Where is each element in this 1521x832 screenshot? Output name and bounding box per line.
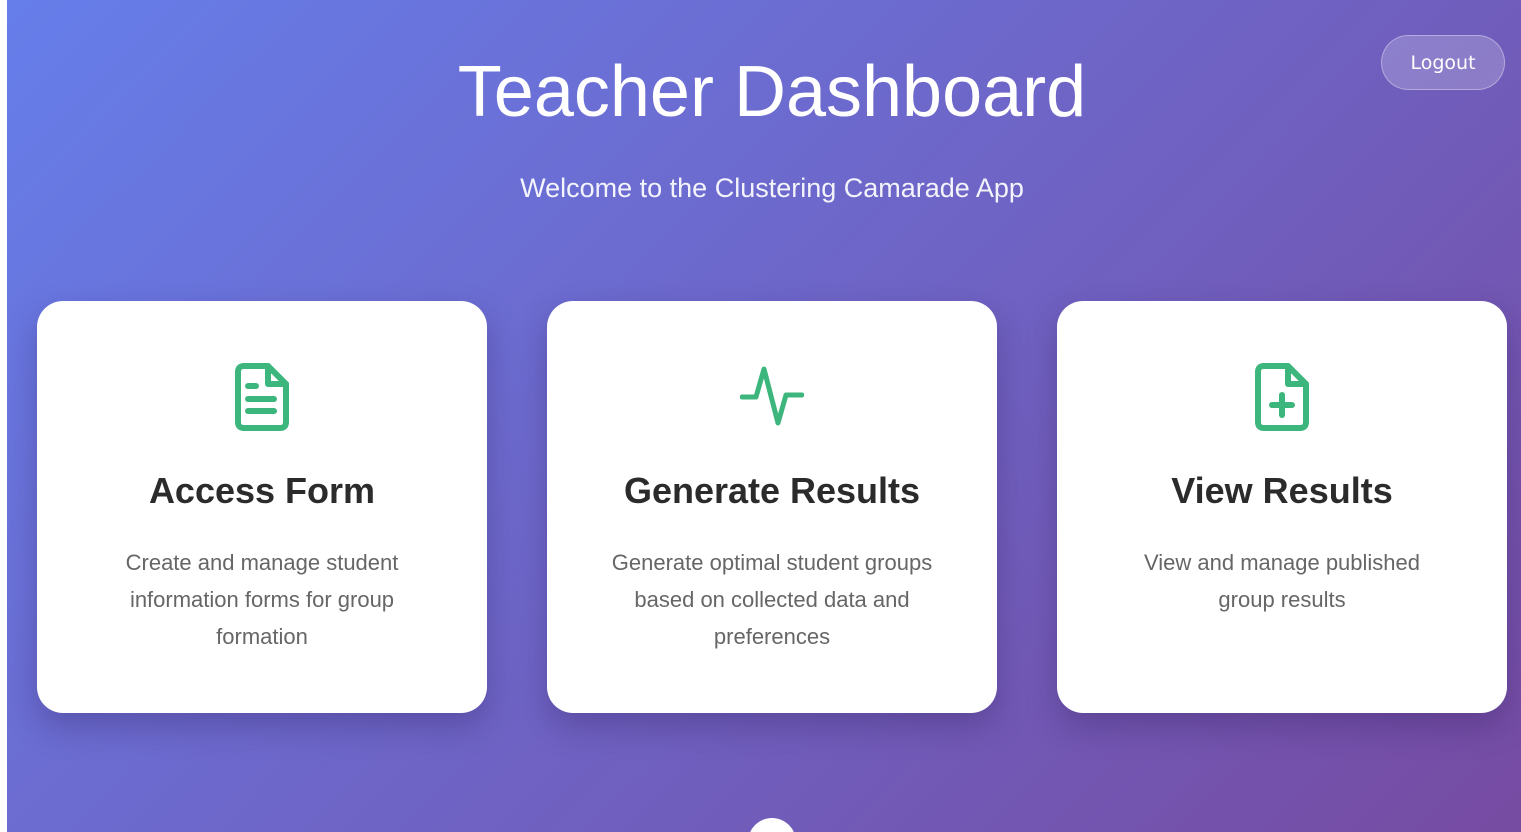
card-title: Access Form <box>148 470 376 511</box>
card-description: Create and manage student information fo… <box>125 550 399 649</box>
document-text-icon <box>230 361 294 433</box>
view-results-card[interactable]: View Results View and manage published g… <box>1057 301 1507 713</box>
card-title: Generate Results <box>623 470 921 511</box>
card-description: Generate optimal student groups based on… <box>611 550 933 649</box>
page-title: Teacher Dashboard <box>457 52 1087 132</box>
scroll-indicator[interactable] <box>748 818 796 832</box>
generate-results-card[interactable]: Generate Results Generate optimal studen… <box>547 301 997 713</box>
card-title: View Results <box>1171 470 1393 511</box>
page-subtitle: Welcome to the Clustering Camarade App <box>520 173 1024 203</box>
card-description: View and manage published group results <box>1143 550 1421 612</box>
access-form-card[interactable]: Access Form Create and manage student in… <box>37 301 487 713</box>
document-plus-icon <box>1250 361 1314 433</box>
dashboard-background: Logout Teacher Dashboard Welcome to the … <box>7 0 1521 832</box>
activity-pulse-icon <box>740 361 804 433</box>
